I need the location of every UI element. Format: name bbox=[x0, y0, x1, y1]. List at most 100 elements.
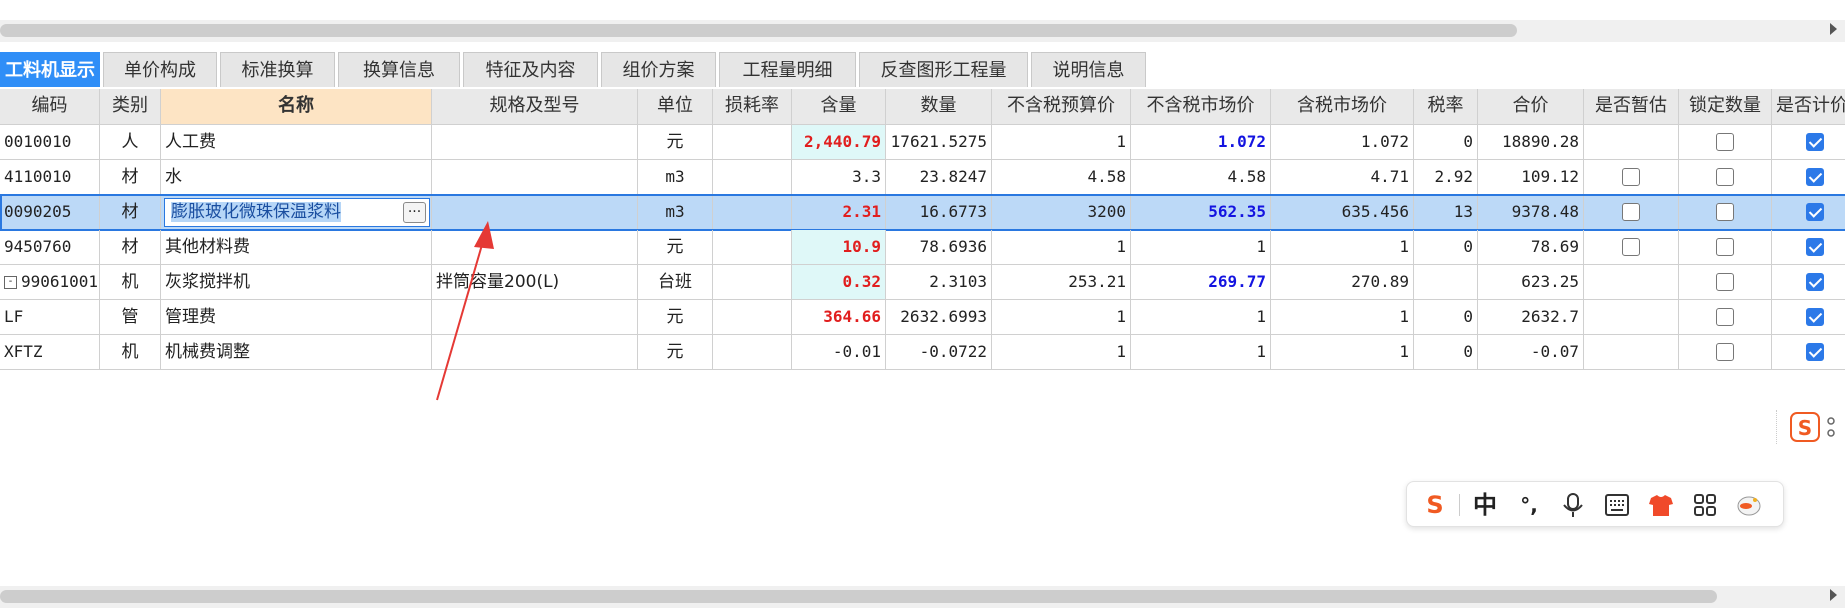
col-spec[interactable]: 规格及型号 bbox=[432, 89, 638, 125]
tab-standard-conversion[interactable]: 标准换算 bbox=[220, 52, 335, 87]
cell-content[interactable]: 2,440.79 bbox=[792, 125, 886, 160]
scroll-right-arrow-icon[interactable] bbox=[1830, 23, 1837, 35]
cell-budget-price[interactable]: 1 bbox=[992, 230, 1131, 265]
col-is-estimate[interactable]: 是否暂估 bbox=[1584, 89, 1679, 125]
keyboard-icon[interactable] bbox=[1599, 490, 1635, 520]
tab-features[interactable]: 特征及内容 bbox=[463, 52, 598, 87]
cell-loss[interactable] bbox=[713, 160, 792, 195]
toolbox-grid-icon[interactable] bbox=[1687, 490, 1723, 520]
cell-content[interactable]: 3.3 bbox=[792, 160, 886, 195]
cell-total[interactable]: 2632.7 bbox=[1478, 300, 1584, 335]
cell-market-price[interactable]: 1 bbox=[1131, 300, 1271, 335]
cell-code[interactable]: XFTZ bbox=[0, 335, 100, 370]
cell-type[interactable]: 管 bbox=[100, 300, 161, 335]
cell-tax-market-price[interactable]: 1 bbox=[1271, 335, 1414, 370]
cell-content[interactable]: -0.01 bbox=[792, 335, 886, 370]
cell-quantity[interactable]: -0.0722 bbox=[886, 335, 992, 370]
cell-quantity[interactable]: 16.6773 bbox=[886, 195, 992, 230]
ime-mini-indicator[interactable]: S bbox=[1776, 408, 1845, 448]
cell-unit[interactable]: m3 bbox=[638, 195, 713, 230]
tab-conversion-info[interactable]: 换算信息 bbox=[338, 52, 460, 87]
cell-type[interactable]: 人 bbox=[100, 125, 161, 160]
cell-tax-rate[interactable]: 0 bbox=[1414, 230, 1478, 265]
cell-name[interactable]: 水 bbox=[161, 160, 432, 195]
cell-code[interactable]: 0010010 bbox=[0, 125, 100, 160]
col-unit[interactable]: 单位 bbox=[638, 89, 713, 125]
tab-material-display[interactable]: 工料机显示 bbox=[0, 52, 100, 87]
cell-market-price[interactable]: 269.77 bbox=[1131, 265, 1271, 300]
cell-total[interactable]: 9378.48 bbox=[1478, 195, 1584, 230]
col-content[interactable]: 含量 bbox=[792, 89, 886, 125]
cell-tax-rate[interactable]: 2.92 bbox=[1414, 160, 1478, 195]
cell-budget-price[interactable]: 1 bbox=[992, 300, 1131, 335]
cell-type[interactable]: 材 bbox=[100, 195, 161, 230]
cell-type[interactable]: 机 bbox=[100, 265, 161, 300]
is-priced-checkbox[interactable] bbox=[1806, 203, 1824, 221]
cell-type[interactable]: 材 bbox=[100, 230, 161, 265]
cell-quantity[interactable]: 23.8247 bbox=[886, 160, 992, 195]
lock-qty-checkbox[interactable] bbox=[1716, 273, 1734, 291]
cell-content[interactable]: 364.66 bbox=[792, 300, 886, 335]
cell-tax-rate[interactable]: 0 bbox=[1414, 335, 1478, 370]
cell-tax-market-price[interactable]: 4.71 bbox=[1271, 160, 1414, 195]
cell-market-price[interactable]: 4.58 bbox=[1131, 160, 1271, 195]
cell-total[interactable]: 18890.28 bbox=[1478, 125, 1584, 160]
col-total[interactable]: 合价 bbox=[1478, 89, 1584, 125]
cell-unit[interactable]: 台班 bbox=[638, 265, 713, 300]
col-type[interactable]: 类别 bbox=[100, 89, 161, 125]
col-loss[interactable]: 损耗率 bbox=[713, 89, 792, 125]
is-priced-checkbox[interactable] bbox=[1806, 273, 1824, 291]
cell-loss[interactable] bbox=[713, 230, 792, 265]
cell-tax-market-price[interactable]: 1 bbox=[1271, 300, 1414, 335]
is-priced-checkbox[interactable] bbox=[1806, 308, 1824, 326]
cell-total[interactable]: 109.12 bbox=[1478, 160, 1584, 195]
scrollbar-thumb[interactable] bbox=[0, 24, 1517, 37]
lock-qty-checkbox[interactable] bbox=[1716, 308, 1734, 326]
cell-loss[interactable] bbox=[713, 265, 792, 300]
tab-reverse-graphic[interactable]: 反查图形工程量 bbox=[859, 52, 1028, 87]
lock-qty-checkbox[interactable] bbox=[1716, 133, 1734, 151]
cell-total[interactable]: 623.25 bbox=[1478, 265, 1584, 300]
cell-tax-market-price[interactable]: 635.456 bbox=[1271, 195, 1414, 230]
col-code[interactable]: 编码 bbox=[0, 89, 100, 125]
col-name[interactable]: 名称 bbox=[161, 89, 432, 125]
horizontal-scrollbar-top[interactable] bbox=[0, 20, 1845, 42]
cell-market-price[interactable]: 1 bbox=[1131, 230, 1271, 265]
cell-tax-rate[interactable] bbox=[1414, 265, 1478, 300]
skin-shirt-icon[interactable] bbox=[1643, 490, 1679, 520]
lock-qty-checkbox[interactable] bbox=[1716, 238, 1734, 256]
scrollbar-thumb[interactable] bbox=[0, 590, 1717, 603]
cell-code[interactable]: 9450760 bbox=[0, 230, 100, 265]
cell-unit[interactable]: 元 bbox=[638, 335, 713, 370]
is-priced-checkbox[interactable] bbox=[1806, 343, 1824, 361]
col-market-price[interactable]: 不含税市场价 bbox=[1131, 89, 1271, 125]
cell-loss[interactable] bbox=[713, 195, 792, 230]
cell-tax-market-price[interactable]: 270.89 bbox=[1271, 265, 1414, 300]
chinese-mode-icon[interactable]: 中 bbox=[1467, 490, 1503, 520]
cell-tax-market-price[interactable]: 1.072 bbox=[1271, 125, 1414, 160]
cell-quantity[interactable]: 78.6936 bbox=[886, 230, 992, 265]
cell-tax-rate[interactable]: 13 bbox=[1414, 195, 1478, 230]
cell-budget-price[interactable]: 4.58 bbox=[992, 160, 1131, 195]
is-priced-checkbox[interactable] bbox=[1806, 238, 1824, 256]
cell-unit[interactable]: 元 bbox=[638, 300, 713, 335]
cell-market-price[interactable]: 562.35 bbox=[1131, 195, 1271, 230]
col-lock-qty[interactable]: 锁定数量 bbox=[1679, 89, 1772, 125]
cell-content[interactable]: 10.9 bbox=[792, 230, 886, 265]
col-is-priced[interactable]: 是否计价 bbox=[1772, 89, 1845, 125]
microphone-icon[interactable] bbox=[1555, 490, 1591, 520]
col-quantity[interactable]: 数量 bbox=[886, 89, 992, 125]
cell-unit[interactable]: m3 bbox=[638, 160, 713, 195]
cell-quantity[interactable]: 2632.6993 bbox=[886, 300, 992, 335]
horizontal-scrollbar-bottom[interactable] bbox=[0, 586, 1845, 608]
cell-budget-price[interactable]: 1 bbox=[992, 335, 1131, 370]
lock-qty-checkbox[interactable] bbox=[1716, 203, 1734, 221]
cell-unit[interactable]: 元 bbox=[638, 230, 713, 265]
cell-content[interactable]: 2.31 bbox=[792, 195, 886, 230]
cell-loss[interactable] bbox=[713, 300, 792, 335]
is-estimate-checkbox[interactable] bbox=[1622, 168, 1640, 186]
col-tax-rate[interactable]: 税率 bbox=[1414, 89, 1478, 125]
cell-total[interactable]: -0.07 bbox=[1478, 335, 1584, 370]
cell-name[interactable]: 管理费 bbox=[161, 300, 432, 335]
lock-qty-checkbox[interactable] bbox=[1716, 343, 1734, 361]
